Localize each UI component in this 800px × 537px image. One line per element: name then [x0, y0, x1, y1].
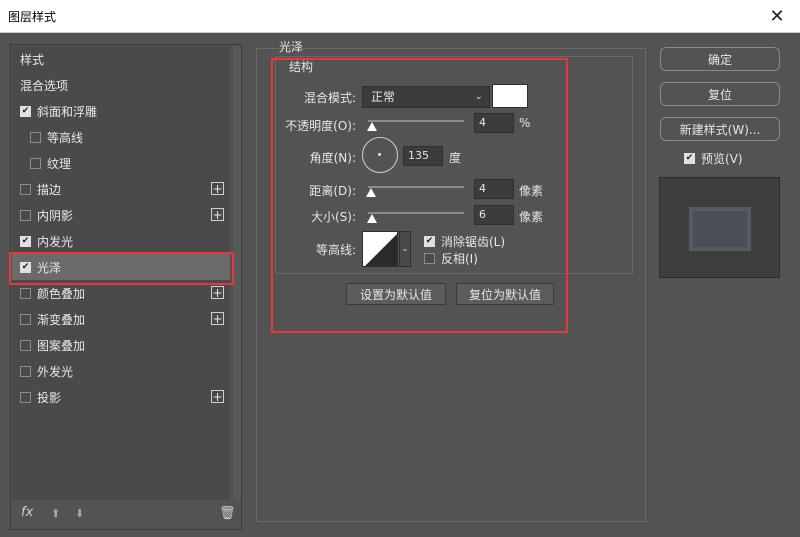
style-item-label: 内阴影: [37, 208, 74, 223]
section-title: 光泽: [279, 40, 304, 54]
style-item-row[interactable]: ✔ 内发光: [12, 228, 230, 254]
styles-footer: fx ⬆ ⬇ 🗑: [11, 501, 241, 529]
style-item-row[interactable]: 外发光: [12, 358, 230, 384]
styles-scrollbar[interactable]: [234, 46, 241, 500]
style-item-label: 纹理: [47, 156, 72, 171]
styles-panel: 样式 混合选项 ✔ 斜面和浮雕 等高线 纹理 描边 + 内阴影 + ✔ 内发光 ✔ 光泽 颜色叠加 + 渐变叠加…: [10, 44, 242, 530]
style-item-checkbox[interactable]: [20, 313, 31, 325]
style-item-label: 图案叠加: [37, 338, 86, 353]
preview-thumbnail: [659, 177, 780, 278]
make-default-button[interactable]: 设置为默认值: [346, 283, 446, 305]
style-item-label: 投影: [37, 390, 62, 405]
add-effect-plus-icon[interactable]: +: [211, 182, 224, 195]
new-style-button[interactable]: 新建样式(W)...: [660, 117, 780, 141]
dialog-title: 图层样式: [8, 10, 57, 24]
style-item-row[interactable]: 纹理: [12, 150, 230, 176]
style-item-row[interactable]: ✔ 斜面和浮雕: [12, 98, 230, 124]
style-item-label: 斜面和浮雕: [37, 104, 98, 119]
preview-checkbox-row[interactable]: ✔ 预览(V): [684, 150, 743, 167]
style-item-row[interactable]: 投影 +: [12, 384, 230, 410]
highlight-box-satin-item: [9, 252, 234, 285]
style-item-checkbox[interactable]: ✔: [20, 235, 31, 247]
style-item-checkbox[interactable]: [20, 339, 31, 351]
style-item-checkbox[interactable]: [20, 391, 31, 403]
style-item-checkbox[interactable]: [20, 287, 31, 299]
style-item-label: 内发光: [37, 234, 74, 249]
preview-label: 预览(V): [701, 152, 743, 166]
add-effect-plus-icon[interactable]: +: [211, 286, 224, 299]
style-item-checkbox[interactable]: [20, 183, 31, 195]
style-item-row[interactable]: 等高线: [12, 124, 230, 150]
style-item-checkbox[interactable]: [20, 365, 31, 377]
reset-default-button[interactable]: 复位为默认值: [456, 283, 554, 305]
move-up-icon[interactable]: ⬆: [51, 507, 60, 520]
fx-icon[interactable]: fx: [21, 505, 33, 520]
style-item-row[interactable]: 渐变叠加 +: [12, 306, 230, 332]
style-item-label: 等高线: [47, 130, 84, 145]
style-item-checkbox[interactable]: [20, 209, 31, 221]
ok-button[interactable]: 确定: [660, 47, 780, 71]
style-item-checkbox[interactable]: [30, 131, 41, 143]
add-effect-plus-icon[interactable]: +: [211, 390, 224, 403]
style-item-label: 混合选项: [20, 78, 69, 93]
style-item-label: 颜色叠加: [37, 286, 86, 301]
close-icon[interactable]: ✕: [754, 0, 800, 32]
style-item-row[interactable]: 内阴影 +: [12, 202, 230, 228]
style-item-checkbox[interactable]: ✔: [20, 105, 31, 117]
reset-button[interactable]: 复位: [660, 82, 780, 106]
style-item-checkbox[interactable]: [30, 157, 41, 169]
move-down-icon[interactable]: ⬇: [75, 507, 84, 520]
trash-icon[interactable]: 🗑: [219, 506, 236, 521]
style-item-label: 外发光: [37, 364, 74, 379]
style-item-row[interactable]: 样式: [12, 46, 230, 72]
add-effect-plus-icon[interactable]: +: [211, 312, 224, 325]
style-item-row[interactable]: 混合选项: [12, 72, 230, 98]
style-item-row[interactable]: 图案叠加: [12, 332, 230, 358]
style-item-label: 渐变叠加: [37, 312, 86, 327]
style-item-row[interactable]: 描边 +: [12, 176, 230, 202]
add-effect-plus-icon[interactable]: +: [211, 208, 224, 221]
preview-checkbox[interactable]: ✔: [684, 153, 695, 164]
style-item-label: 描边: [37, 182, 62, 197]
style-item-label: 样式: [20, 52, 45, 67]
preview-swatch: [689, 207, 751, 251]
dialog-titlebar: 图层样式 ✕: [0, 0, 800, 33]
